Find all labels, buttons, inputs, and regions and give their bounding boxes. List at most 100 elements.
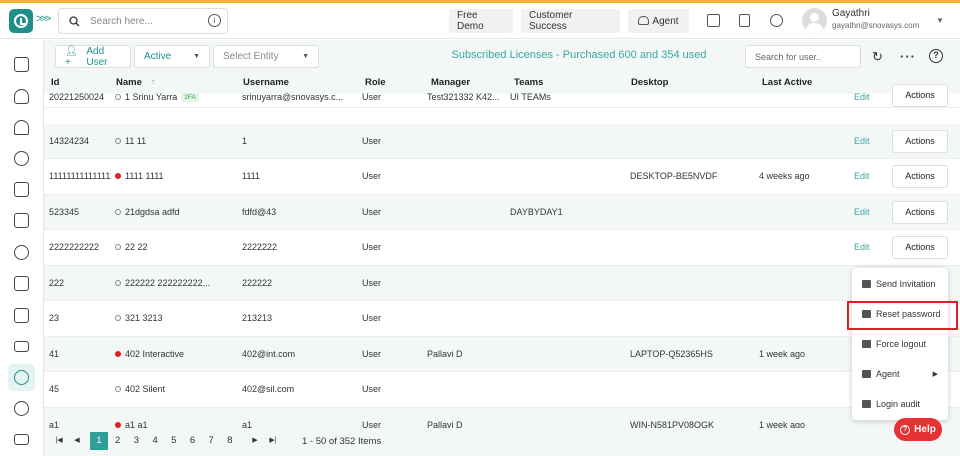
menu-item-login-audit[interactable]: Login audit — [852, 389, 948, 419]
table-row[interactable]: 523345 21dgdsa adfd fdfd@43 User DAYBYDAY1 Ed… — [44, 194, 960, 230]
users-table: Id Name ↑ Username Role Manager Teams De… — [44, 72, 960, 428]
user-search-input[interactable]: Search for user.. — [745, 45, 861, 68]
target-icon[interactable] — [14, 151, 29, 166]
page-number[interactable]: 8 — [221, 432, 239, 450]
agent-download-label: Agent — [652, 15, 679, 27]
actions-button[interactable]: Actions — [892, 165, 948, 188]
cell-role: User — [362, 348, 382, 359]
calendar-icon[interactable] — [14, 213, 29, 228]
cell-id: 45 — [49, 384, 60, 394]
users-toolbar: 👤︎+ Add User Active ▼ Select Entity ▼ Su… — [44, 40, 960, 72]
help-button[interactable]: ? Help — [894, 418, 942, 441]
edit-link[interactable]: Edit — [854, 242, 870, 252]
menu-item-force-logout[interactable]: Force logout — [852, 329, 948, 359]
mail-icon[interactable] — [14, 434, 29, 445]
cell-last-active: 1 week ago — [759, 348, 806, 359]
edit-link[interactable]: Edit — [854, 171, 870, 181]
credit-card-icon[interactable] — [14, 341, 29, 352]
refresh-icon[interactable]: ↻ — [872, 49, 883, 65]
cell-manager: Pallavi D — [427, 419, 463, 429]
help-circle-icon[interactable]: ? — [929, 49, 943, 63]
actions-button[interactable]: Actions — [892, 236, 948, 259]
cell-id: 1111111111111111111 — [49, 171, 111, 181]
add-user-button[interactable]: 👤︎+ Add User — [55, 45, 131, 68]
table-row[interactable]: 45 402 Silent 402@sil.com User — [44, 372, 960, 408]
actions-button[interactable]: Actions — [892, 129, 948, 153]
actions-button[interactable]: Actions — [892, 200, 948, 224]
offline-status-dot — [115, 208, 121, 215]
edit-link[interactable]: Edit — [854, 136, 870, 146]
entity-select[interactable]: Select Entity ▼ — [213, 45, 319, 68]
free-demo-button[interactable]: Free Demo — [449, 9, 513, 33]
expand-sidebar-icon[interactable]: >>> — [36, 13, 51, 25]
cell-username: 1111 — [242, 171, 261, 181]
cell-role: User — [362, 384, 382, 394]
next-page-icon[interactable]: ▶ — [246, 432, 264, 450]
table-row[interactable]: 14324234 11 11 1 User Edit Actions — [44, 123, 960, 159]
users-icon[interactable] — [14, 370, 29, 385]
more-options-icon[interactable]: ··· — [900, 49, 916, 64]
table-row[interactable]: 41 402 Interactive 402@int.com User Pallavi … — [44, 336, 960, 372]
cloud-download-icon — [638, 16, 649, 25]
lightbulb-icon[interactable] — [14, 89, 29, 104]
table-row[interactable]: 1111111111111111111 1111 1111 1111 User DESK… — [44, 159, 960, 195]
page-number[interactable]: 7 — [202, 432, 220, 450]
cell-id: 14324234 — [49, 135, 90, 146]
page-number[interactable]: 5 — [165, 432, 183, 450]
pagination-info: 1 - 50 of 352 Items — [302, 436, 382, 447]
page-number[interactable]: 1 — [90, 432, 108, 450]
user-full-name: 1 Srinu Yarra — [125, 92, 178, 102]
settings-icon[interactable] — [770, 14, 783, 27]
offline-status-dot — [115, 315, 121, 321]
edit-link[interactable]: Edit — [854, 92, 870, 102]
user-full-name: 21dgdsa adfd — [125, 206, 180, 217]
menu-item-label: Login audit — [876, 399, 921, 409]
edit-link[interactable]: Edit — [854, 207, 870, 217]
avatar[interactable] — [802, 8, 827, 33]
tv-icon[interactable] — [14, 182, 29, 197]
2fa-badge: 2FA — [181, 93, 199, 102]
first-page-icon[interactable]: |◀ — [50, 432, 68, 450]
page-number[interactable]: 2 — [109, 432, 127, 450]
last-page-icon[interactable]: ▶| — [264, 432, 282, 450]
help-label: Help — [914, 424, 936, 435]
menu-item-send-invitation[interactable]: Send Invitation — [852, 269, 948, 299]
prev-page-icon[interactable]: ◀ — [68, 432, 86, 450]
info-icon[interactable]: i — [208, 14, 221, 27]
person-icon[interactable] — [14, 245, 29, 260]
cell-desktop: DESKTOP-BE5NVDF — [630, 171, 718, 181]
menu-item-agent[interactable]: Agent ▶ — [852, 359, 948, 389]
cell-username: fdfd@43 — [242, 206, 277, 217]
app-logo[interactable] — [9, 9, 33, 33]
cell-teams: DAYBYDAY1 — [510, 206, 563, 217]
bell-icon[interactable] — [14, 120, 29, 135]
table-row[interactable]: 222 222222 222222222... 222222 User — [44, 265, 960, 301]
cell-username: srinuyarra@snovasys.c... — [242, 92, 344, 102]
cell-name: 11 11 — [115, 136, 239, 146]
cell-name: 22 22 — [115, 242, 239, 252]
actions-button[interactable]: Actions — [892, 84, 948, 107]
user-full-name: 402 Interactive — [125, 348, 185, 359]
table-row[interactable]: a1 a1 a1 a1 User Pallavi D WIN-N581PV08QGK 1 w… — [44, 407, 960, 429]
row-actions-menu: Send Invitation Reset password Force logou… — [852, 268, 948, 420]
user-menu-caret-icon[interactable]: ▼ — [936, 16, 944, 25]
page-number[interactable]: 3 — [127, 432, 145, 450]
cell-name: 1111 1111 — [115, 171, 239, 181]
org-chart-icon[interactable] — [14, 401, 29, 416]
monitor-icon[interactable] — [14, 308, 29, 323]
page-number[interactable]: 4 — [146, 432, 164, 450]
reset-password-highlight — [847, 301, 958, 330]
user-full-name: 222222 222222222... — [125, 277, 211, 288]
store-icon[interactable] — [707, 14, 720, 27]
cell-name: 321 3213 — [115, 313, 239, 323]
status-select[interactable]: Active ▼ — [134, 45, 210, 68]
dashboard-icon[interactable] — [14, 57, 29, 72]
customer-success-button[interactable]: Customer Success — [521, 9, 620, 33]
global-search-input[interactable]: Search here... i — [58, 8, 228, 34]
table-row[interactable]: 23 321 3213 213213 User — [44, 301, 960, 337]
table-row[interactable]: 2222222222 22 22 2222222 User Edit Actions — [44, 230, 960, 266]
briefcase-icon[interactable] — [14, 276, 29, 291]
table-row[interactable]: 20221250024 1 Srinu Yarra 2FA srinuyarra@sn… — [44, 84, 960, 108]
page-number[interactable]: 6 — [184, 432, 202, 450]
document-icon[interactable] — [739, 14, 750, 27]
